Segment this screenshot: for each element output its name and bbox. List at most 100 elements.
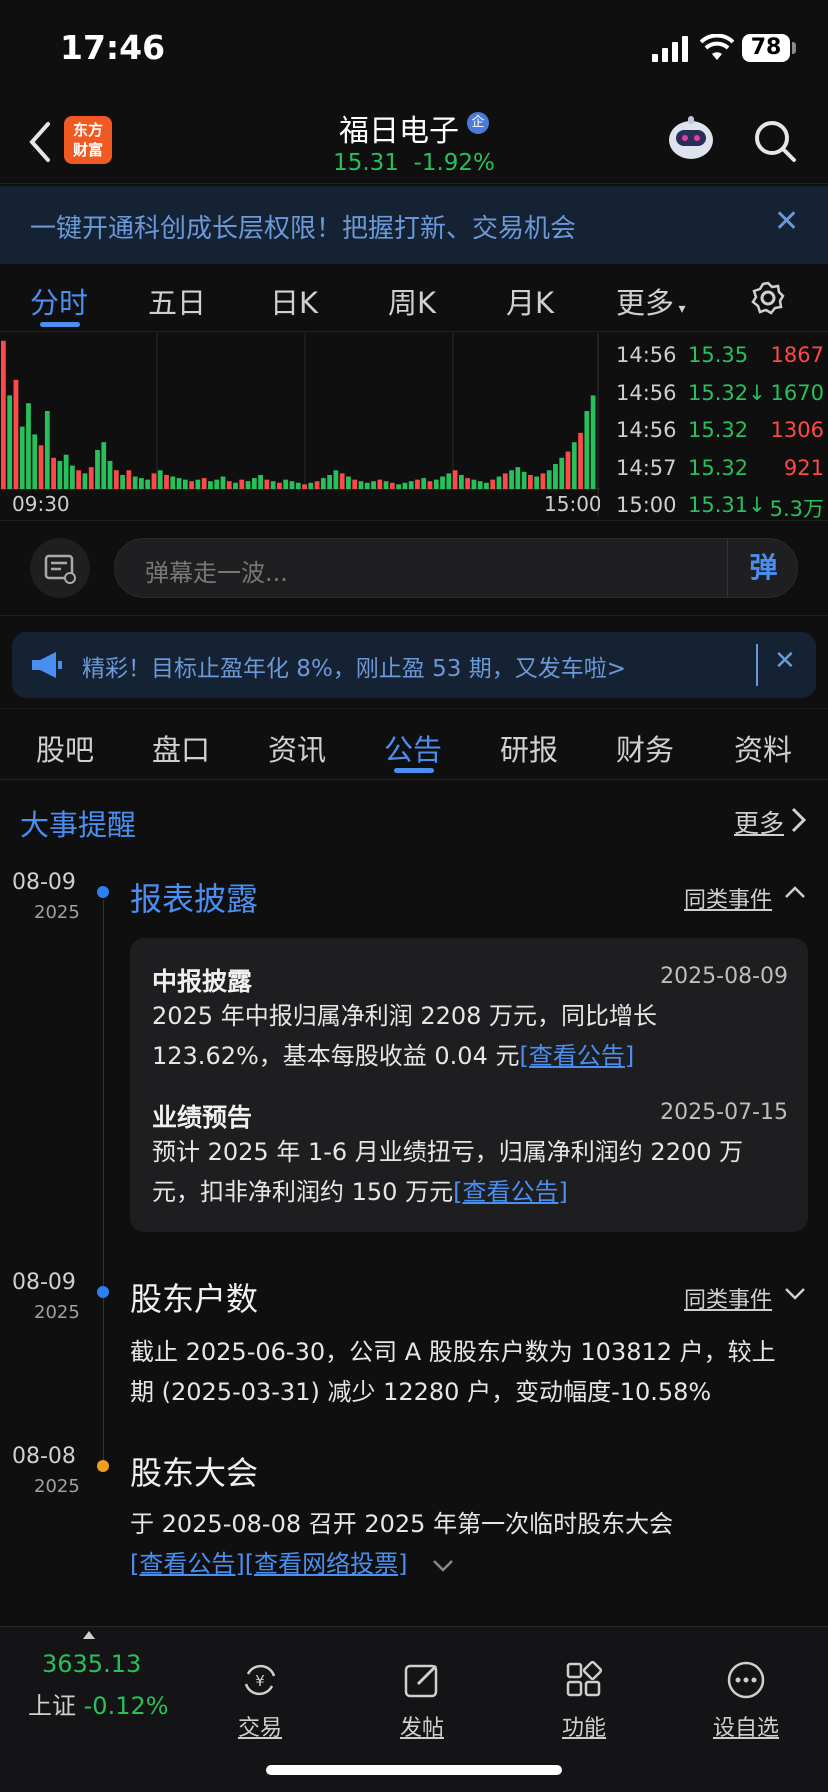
- more-link[interactable]: 更多: [734, 804, 784, 840]
- view-announcement-vote-link[interactable]: [查看公告][查看网络投票]: [130, 1550, 407, 1578]
- view-announcement-link[interactable]: [查看公告]: [519, 1042, 634, 1070]
- volume-bar: [176, 478, 182, 489]
- same-type-events-link[interactable]: 同类事件: [684, 1282, 772, 1314]
- search-icon[interactable]: [752, 118, 798, 164]
- danmu-send-button[interactable]: 弹: [727, 539, 799, 597]
- card-item-text: 元，扣非净利润约 150 万元[查看公告]: [152, 1178, 568, 1206]
- tab-more[interactable]: 更多 ▾: [616, 280, 686, 322]
- yen-exchange-icon: ¥: [244, 1664, 276, 1696]
- volume-bar: [57, 460, 63, 489]
- permission-banner-text: 一键开通科创成长层权限！把握打新、交易机会: [30, 214, 577, 244]
- volume-bar: [427, 481, 433, 489]
- tick-price: 15.32: [688, 418, 749, 442]
- volume-bar: [82, 473, 88, 489]
- volume-bar: [415, 479, 420, 489]
- robot-assistant-icon[interactable]: [664, 114, 718, 164]
- volume-bar: [302, 484, 307, 489]
- event-title[interactable]: 股东户数: [130, 1274, 258, 1320]
- volume-bar: [527, 474, 533, 489]
- volume-bar: [63, 454, 69, 489]
- svg-text:¥: ¥: [255, 1672, 265, 1690]
- volume-bar: [320, 478, 326, 489]
- chevron-down-icon[interactable]: [784, 1286, 806, 1302]
- promo-banner[interactable]: 精彩！目标止盈年化 8%，刚止盈 53 期，又发车啦> ✕: [12, 632, 816, 698]
- tab-daily-k[interactable]: 日K: [270, 280, 318, 322]
- volume-bar: [571, 442, 577, 489]
- promo-close-icon[interactable]: ✕: [774, 646, 796, 676]
- caret-up-icon: [83, 1631, 95, 1639]
- volume-bar: [515, 467, 521, 489]
- volume-bar: [139, 478, 144, 489]
- tick-price: 15.31↓: [688, 493, 766, 517]
- permission-banner[interactable]: 一键开通科创成长层权限！把握打新、交易机会 ✕: [0, 186, 828, 264]
- stock-price: 15.31: [333, 150, 399, 176]
- timeline-dot: [97, 1460, 109, 1472]
- battery-indicator: 78: [742, 34, 790, 62]
- volume-bar: [352, 479, 358, 489]
- event-year: 2025: [34, 1302, 80, 1323]
- wifi-icon: [700, 34, 734, 60]
- tab-pankou[interactable]: 盘口: [152, 727, 210, 769]
- volume-bar: [164, 474, 169, 489]
- volume-bar: [76, 470, 82, 489]
- tab-intraday[interactable]: 分时: [30, 280, 88, 322]
- edit-icon: [404, 1664, 438, 1698]
- volume-bar: [170, 476, 176, 489]
- grid-icon: [566, 1660, 603, 1697]
- tick-time: 14:56: [616, 343, 677, 367]
- volume-chart[interactable]: 09:30 15:00: [0, 333, 600, 517]
- tab-guba[interactable]: 股吧: [36, 727, 94, 769]
- signal-icon: [652, 36, 688, 62]
- tab-weekly-k[interactable]: 周K: [388, 280, 436, 322]
- volume-bar: [546, 470, 552, 489]
- chevron-down-icon[interactable]: [432, 1558, 454, 1574]
- nav-trade-label: 交易: [237, 1716, 282, 1741]
- tab-monthly-k[interactable]: 月K: [506, 280, 554, 322]
- tab-profile[interactable]: 资料: [734, 727, 792, 769]
- volume-bar: [151, 473, 157, 489]
- volume-bar: [389, 482, 395, 489]
- more-dots-icon: [727, 1661, 765, 1699]
- tab-research[interactable]: 研报: [500, 727, 558, 769]
- chevron-up-icon[interactable]: [784, 884, 806, 900]
- event-year: 2025: [34, 902, 80, 923]
- tab-finance[interactable]: 财务: [616, 727, 674, 769]
- volume-bar: [189, 481, 194, 489]
- volume-bar: [120, 474, 125, 489]
- card-item-date: 2025-08-09: [660, 964, 788, 989]
- danmu-input[interactable]: 弹幕走一波... 弹: [114, 538, 798, 598]
- tick-time: 15:00: [616, 493, 677, 517]
- event-links: [查看公告][查看网络投票]: [130, 1544, 407, 1584]
- event-title[interactable]: 股东大会: [130, 1448, 258, 1494]
- card-item-text: 123.62%，基本每股收益 0.04 元[查看公告]: [152, 1042, 635, 1070]
- volume-bar: [201, 478, 207, 489]
- event-title[interactable]: 报表披露: [130, 874, 258, 920]
- volume-bar: [88, 467, 94, 489]
- card-item-date: 2025-07-15: [660, 1100, 788, 1125]
- chevron-right-icon[interactable]: [788, 806, 808, 834]
- volume-bar: [270, 481, 276, 489]
- tab-announcements[interactable]: 公告: [384, 727, 442, 769]
- event-date: 08-08: [12, 1444, 76, 1469]
- close-icon[interactable]: ✕: [774, 204, 799, 239]
- volume-bar: [402, 482, 408, 489]
- index-quote[interactable]: 上证 -0.12%: [28, 1686, 169, 1721]
- tab-five-day[interactable]: 五日: [148, 280, 206, 322]
- card-item-text: 预计 2025 年 1-6 月业绩扭亏，归属净利润约 2200 万: [152, 1138, 744, 1166]
- danmu-settings-icon[interactable]: [30, 538, 90, 598]
- view-announcement-link[interactable]: [查看公告]: [453, 1178, 568, 1206]
- same-type-events-link[interactable]: 同类事件: [684, 882, 772, 914]
- volume-bar: [38, 445, 44, 489]
- volume-bar: [446, 473, 452, 489]
- tick-list: 14:56 15.35 1867 14:56 15.32↓ 1670 14:56 15.32 1…: [604, 333, 828, 521]
- volume-bar: [145, 479, 151, 489]
- volume-bar: [51, 457, 56, 489]
- index-value[interactable]: 3635.13: [42, 1650, 141, 1678]
- gear-icon[interactable]: [750, 280, 786, 316]
- tick-volume: 1670: [770, 380, 824, 405]
- tab-news[interactable]: 资讯: [268, 727, 326, 769]
- volume-bar: [245, 481, 251, 489]
- volume-bar: [553, 464, 558, 489]
- volume-bar: [327, 474, 332, 489]
- volume-bar: [333, 470, 339, 489]
